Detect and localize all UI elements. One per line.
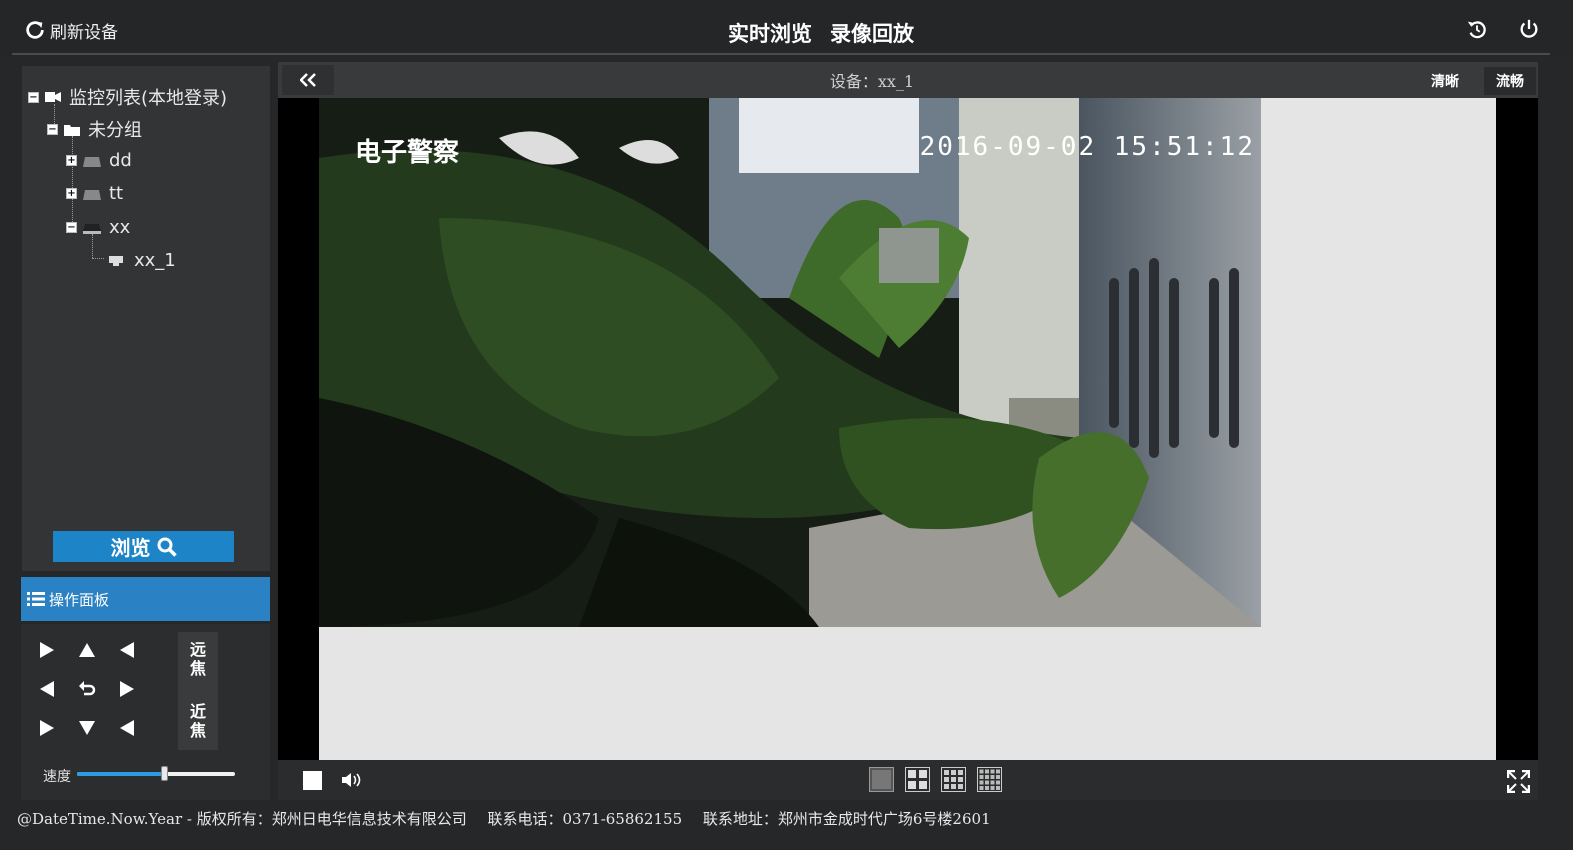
focus-near-char-2: 焦 (189, 721, 206, 740)
arrow-down-icon (79, 721, 95, 735)
fullscreen-icon (1506, 769, 1531, 794)
ptz-left-button[interactable] (34, 676, 60, 702)
live-video-frame[interactable]: 电子警察 2016-09-02 15:51:12 (319, 98, 1261, 627)
arrow-right-icon (40, 720, 54, 736)
double-chevron-left-icon (300, 73, 316, 87)
tree-node-dd[interactable]: + dd (66, 150, 132, 171)
osd-title: 电子警察 (355, 138, 460, 168)
main-nav: 实时浏览 录像回放 (728, 18, 914, 48)
refresh-devices-label: 刷新设备 (50, 22, 118, 43)
layout-2x2-button[interactable] (905, 767, 930, 796)
stop-button[interactable] (303, 771, 322, 794)
tree-node-label: dd (109, 150, 132, 171)
layout-4x4-button[interactable] (977, 767, 1002, 796)
browse-label: 浏览 (110, 536, 151, 560)
layout-1x1-button[interactable] (869, 767, 894, 796)
camera-feed-image (319, 98, 1261, 627)
tree-root[interactable]: − 监控列表(本地登录) (28, 84, 227, 110)
slider-handle[interactable] (160, 766, 168, 781)
power-icon[interactable] (1518, 18, 1540, 40)
arrow-up-icon (79, 643, 95, 657)
tab-live-view[interactable]: 实时浏览 (728, 18, 812, 48)
volume-icon (342, 773, 361, 787)
collapse-toggle[interactable]: − (47, 123, 58, 135)
undo-icon (79, 681, 96, 696)
ptz-down-button[interactable] (74, 715, 100, 741)
collapse-toggle[interactable]: − (66, 222, 77, 233)
layout-sixteen-icon (977, 767, 1002, 792)
tree-node-label: tt (109, 183, 124, 204)
ptz-right-button[interactable] (114, 676, 140, 702)
tab-playback[interactable]: 录像回放 (830, 18, 914, 48)
arrow-left-icon (120, 642, 134, 658)
arrow-right-icon (120, 681, 134, 697)
operation-panel-header[interactable]: 操作面板 (21, 577, 270, 621)
tree-group[interactable]: − 未分组 (47, 116, 142, 142)
speed-label: 速度 (43, 769, 71, 785)
ptz-up-button[interactable] (74, 637, 100, 663)
focus-near-button[interactable]: 近 焦 (178, 702, 218, 740)
focus-far-button[interactable]: 远 焦 (178, 640, 218, 678)
layout-quad-icon (905, 767, 930, 792)
focus-far-char-2: 焦 (189, 659, 206, 678)
expand-toggle[interactable]: + (66, 188, 77, 199)
dvr-icon (83, 189, 101, 200)
layout-3x3-button[interactable] (941, 767, 966, 796)
ptz-reset-button[interactable] (74, 676, 100, 702)
footer-address: 联系地址：郑州市金成时代广场6号楼2601 (702, 810, 991, 828)
ptz-down-left-button[interactable] (34, 715, 60, 741)
fullscreen-button[interactable] (1506, 769, 1531, 797)
expand-toggle[interactable]: + (66, 155, 77, 166)
operation-panel-title: 操作面板 (49, 590, 110, 609)
collapse-sidebar-button[interactable] (282, 65, 334, 95)
camera-icon (45, 92, 61, 102)
ptz-up-left-button[interactable] (34, 637, 60, 663)
arrow-right-icon (40, 642, 54, 658)
collapse-toggle[interactable]: − (28, 91, 39, 103)
tree-node-label: xx (109, 217, 131, 238)
search-icon (157, 537, 177, 557)
undo-icon[interactable] (1466, 18, 1488, 40)
arrow-left-icon (120, 720, 134, 736)
osd-timestamp: 2016-09-02 15:51:12 (919, 132, 1255, 162)
refresh-devices-button[interactable]: 刷新设备 (24, 16, 118, 44)
volume-button[interactable] (341, 771, 363, 793)
footer-phone: 联系电话：0371-65862155 (487, 810, 683, 828)
channel-camera-icon (109, 255, 123, 266)
quality-hd-button[interactable]: 清晰 (1419, 67, 1471, 95)
device-title: 设备：xx_1 (829, 72, 915, 91)
tree-root-label: 监控列表(本地登录) (69, 88, 228, 109)
tree-node-xx[interactable]: − xx (66, 217, 130, 238)
tree-connector (92, 258, 104, 259)
ptz-down-right-button[interactable] (114, 715, 140, 741)
focus-far-char-1: 远 (189, 640, 206, 659)
arrow-left-icon (40, 681, 54, 697)
folder-icon (64, 124, 80, 136)
refresh-icon (26, 21, 44, 39)
slider-fill (77, 772, 164, 776)
focus-control: 远 焦 近 焦 (178, 632, 218, 750)
tree-group-label: 未分组 (88, 120, 142, 141)
tree-channel-label: xx_1 (134, 250, 176, 271)
dvr-icon (83, 156, 101, 167)
browse-button[interactable]: 浏览 (53, 531, 234, 562)
tree-channel-xx-1[interactable]: xx_1 (108, 250, 176, 271)
list-icon (27, 592, 45, 606)
layout-nine-icon (941, 767, 966, 792)
footer: @DateTime.Now.Year - 版权所有：郑州日电华信息技术有限公司 … (17, 808, 1007, 829)
stop-icon (303, 771, 322, 790)
speed-slider[interactable] (77, 766, 235, 781)
header-divider (12, 53, 1550, 55)
tree-node-tt[interactable]: + tt (66, 183, 123, 204)
dvr-online-icon (83, 223, 101, 234)
layout-single-icon (869, 767, 894, 792)
quality-smooth-button[interactable]: 流畅 (1484, 67, 1536, 95)
footer-copyright: @DateTime.Now.Year - 版权所有：郑州日电华信息技术有限公司 (17, 810, 467, 828)
ptz-up-right-button[interactable] (114, 637, 140, 663)
focus-near-char-1: 近 (189, 702, 206, 721)
